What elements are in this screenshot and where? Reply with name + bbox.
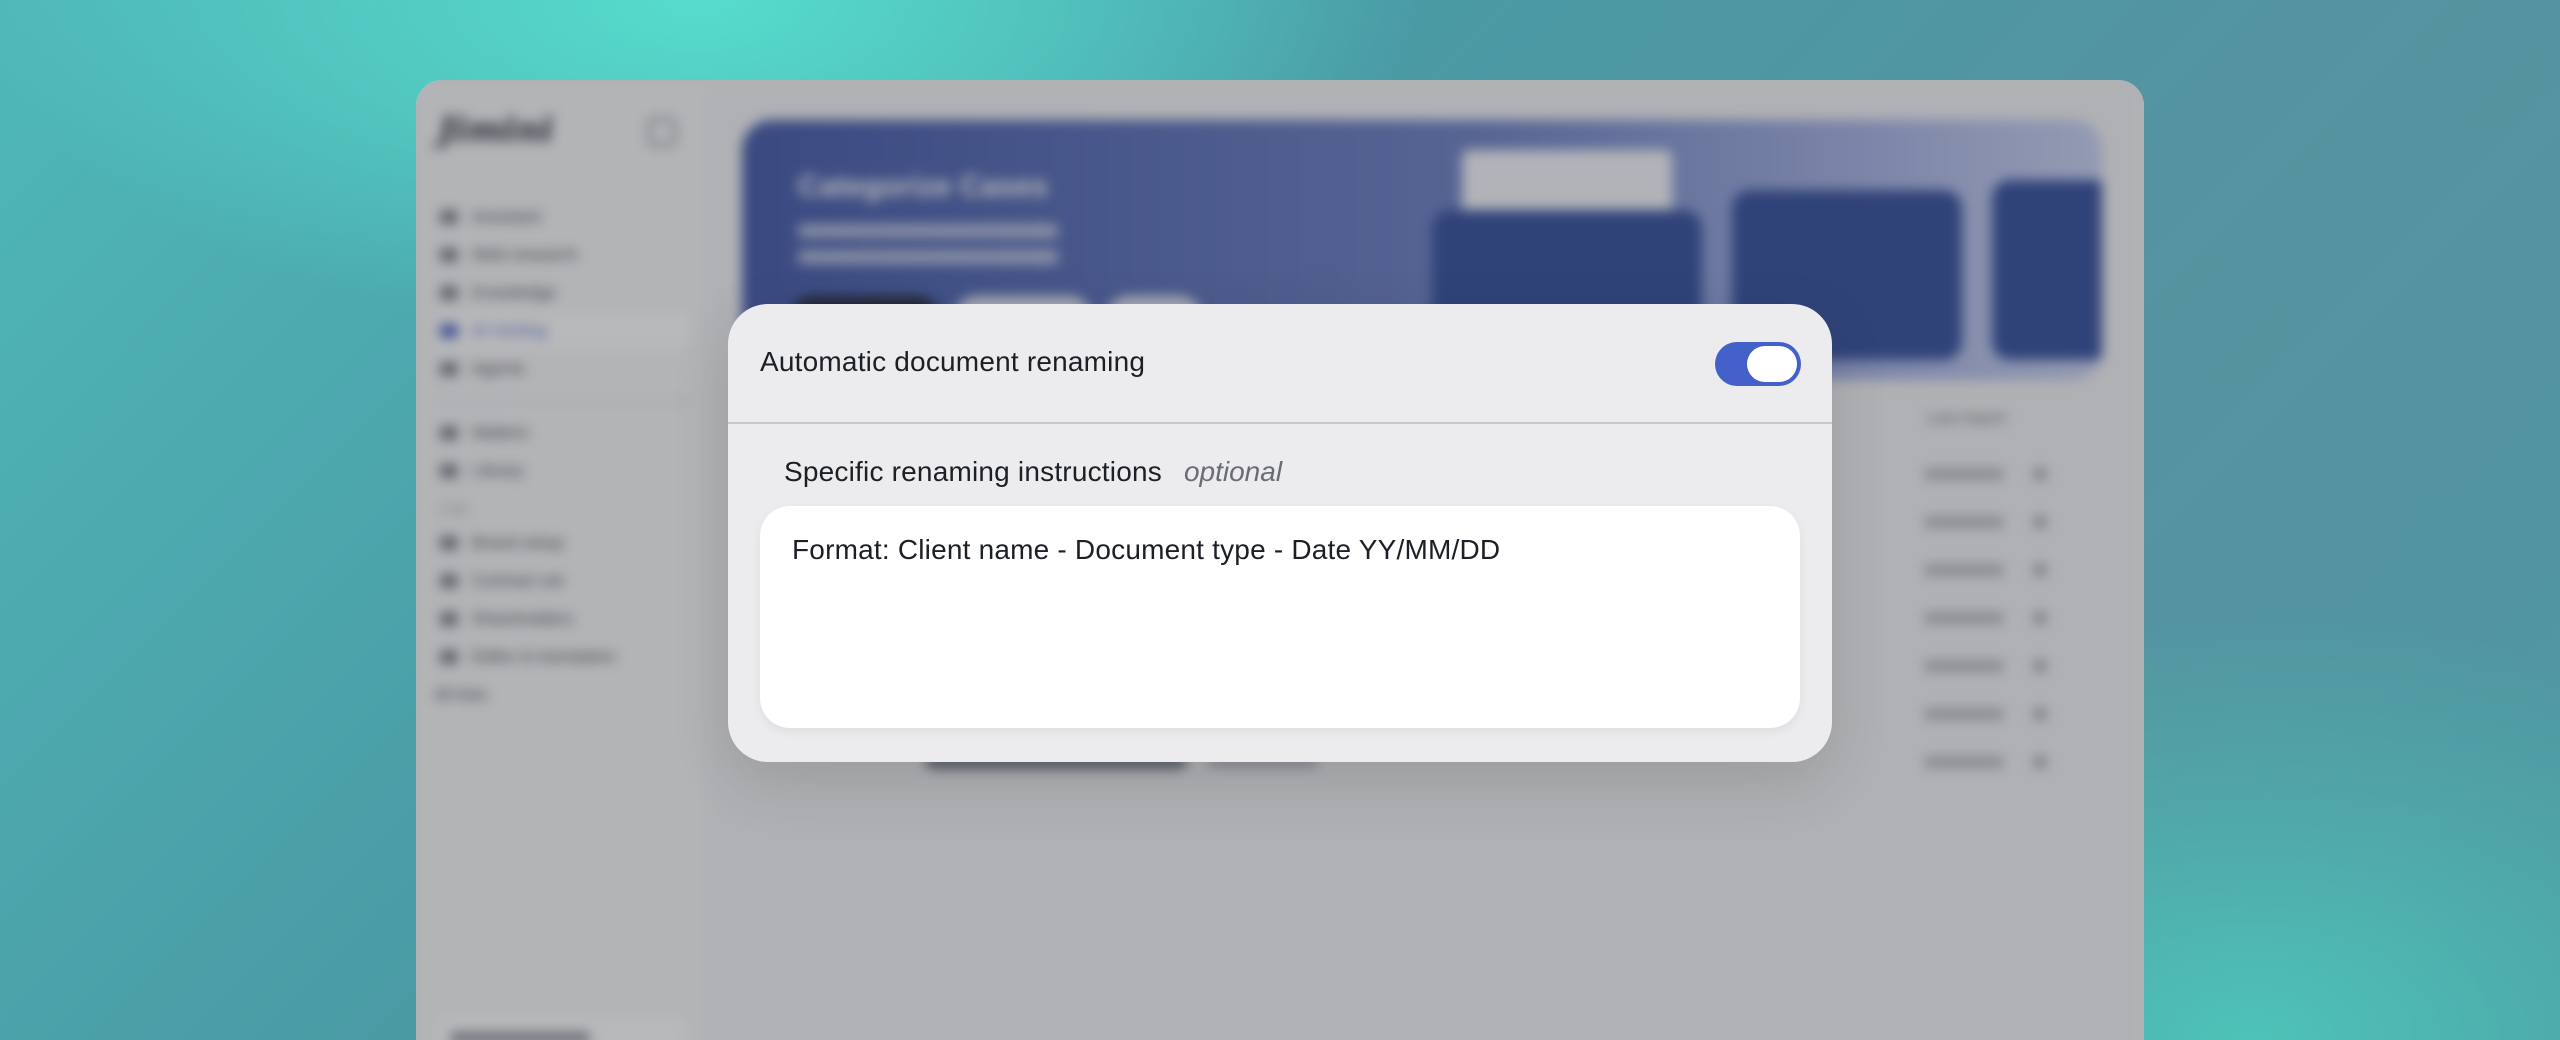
automatic-renaming-toggle[interactable] bbox=[1715, 342, 1801, 386]
instructions-label-row: Specific renaming instructions optional bbox=[784, 456, 1282, 488]
instructions-label: Specific renaming instructions bbox=[784, 456, 1162, 487]
toggle-knob bbox=[1747, 346, 1797, 382]
toggle-label: Automatic document renaming bbox=[760, 346, 1146, 377]
renaming-instructions-input[interactable]: Format: Client name - Document type - Da… bbox=[760, 506, 1800, 728]
screenshot-stage: Jimini Assistant Web research Knowledge bbox=[0, 0, 2560, 1040]
renaming-toggle-row: Automatic document renaming bbox=[728, 304, 1832, 424]
optional-hint: optional bbox=[1183, 456, 1283, 487]
renaming-settings-modal: Automatic document renaming Specific ren… bbox=[728, 304, 1832, 762]
